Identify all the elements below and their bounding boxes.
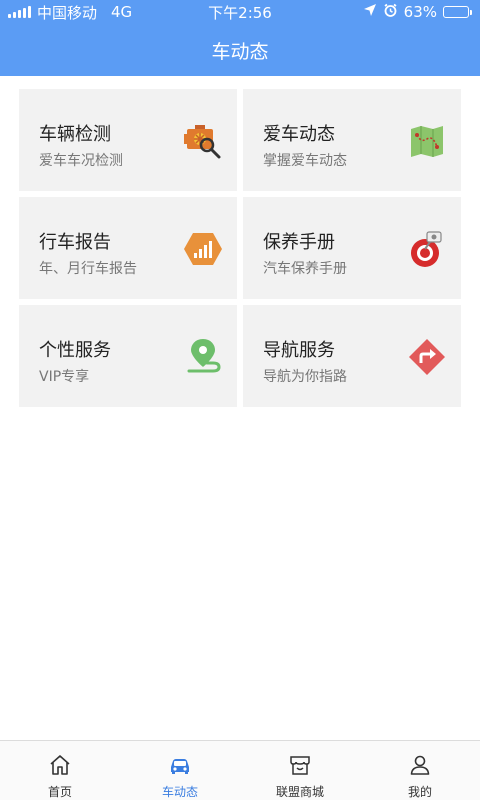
location-arrow-icon xyxy=(363,3,377,21)
tab-label: 车动态 xyxy=(161,785,198,799)
map-route-icon xyxy=(407,121,447,161)
network-type: 4G xyxy=(111,3,133,21)
battery-icon xyxy=(443,6,473,18)
card-personal-service[interactable]: 个性服务 VIP专享 xyxy=(19,305,237,407)
page-title: 车动态 xyxy=(211,40,269,63)
card-driving-report[interactable]: 行车报告 年、月行车报告 xyxy=(19,197,237,299)
card-subtitle: 导航为你指路 xyxy=(263,369,347,385)
card-title: 保养手册 xyxy=(263,232,335,253)
tab-label: 联盟商城 xyxy=(275,785,324,799)
alarm-icon xyxy=(383,3,398,22)
report-chart-icon xyxy=(183,229,223,269)
card-title: 个性服务 xyxy=(39,340,111,361)
card-title: 行车报告 xyxy=(39,232,111,253)
card-title: 爱车动态 xyxy=(263,124,335,145)
turn-sign-icon xyxy=(407,337,447,377)
carrier-name: 中国移动 xyxy=(37,3,98,22)
user-icon xyxy=(408,753,432,777)
card-maintenance-manual[interactable]: 保养手册 汽车保养手册 xyxy=(243,197,461,299)
card-vehicle-inspection[interactable]: 车辆检测 爱车车况检测 xyxy=(19,89,237,191)
tab-label: 首页 xyxy=(47,785,72,799)
engine-inspection-icon xyxy=(183,121,223,161)
header-bar: 车动态 xyxy=(0,24,480,76)
tab-label: 我的 xyxy=(407,785,432,799)
card-title: 导航服务 xyxy=(263,340,335,361)
tab-car-status[interactable]: 车动态 xyxy=(120,741,240,800)
card-car-status[interactable]: 爱车动态 掌握爱车动态 xyxy=(243,89,461,191)
maintenance-tools-icon xyxy=(407,229,447,269)
car-icon xyxy=(168,753,192,777)
card-navigation-service[interactable]: 导航服务 导航为你指路 xyxy=(243,305,461,407)
tab-mine[interactable]: 我的 xyxy=(360,741,480,800)
card-subtitle: 年、月行车报告 xyxy=(39,261,137,277)
card-subtitle: 汽车保养手册 xyxy=(263,261,347,277)
status-bar: 中国移动 4G 下午2:56 63% xyxy=(0,0,480,24)
store-icon xyxy=(288,753,312,777)
card-title: 车辆检测 xyxy=(39,124,111,145)
home-icon xyxy=(48,753,72,777)
signal-icon xyxy=(8,6,31,18)
battery-percent: 63% xyxy=(403,3,438,21)
feature-grid: 车辆检测 爱车车况检测 爱车动态 掌握爱车动态 行车报告 年、月行车报告 保养手… xyxy=(19,89,461,407)
tab-alliance-mall[interactable]: 联盟商城 xyxy=(240,741,360,800)
status-time: 下午2:56 xyxy=(208,3,272,22)
card-subtitle: 爱车车况检测 xyxy=(39,153,123,169)
card-subtitle: 掌握爱车动态 xyxy=(263,153,347,169)
bottom-tab-bar: 首页 车动态 联盟商城 我的 xyxy=(0,740,480,800)
tab-home[interactable]: 首页 xyxy=(0,741,120,800)
location-pin-icon xyxy=(183,337,223,377)
card-subtitle: VIP专享 xyxy=(39,369,90,385)
